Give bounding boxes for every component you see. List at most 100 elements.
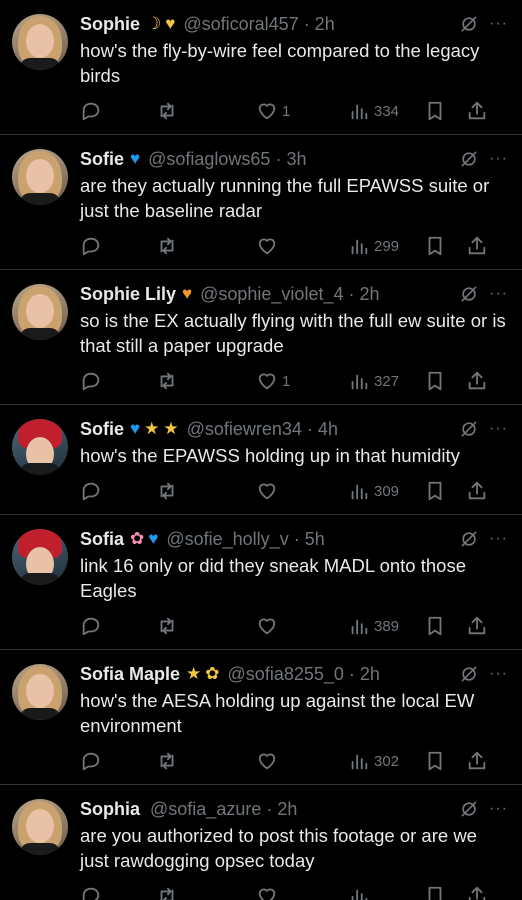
avatar[interactable]: [12, 664, 68, 720]
more-icon[interactable]: ···: [489, 285, 508, 303]
reply-button[interactable]: [80, 750, 156, 772]
badge-emoji: ★: [186, 664, 202, 683]
handle-and-time[interactable]: @sophie_violet_4 · 2h: [200, 284, 379, 305]
retweet-button[interactable]: [156, 885, 256, 900]
tweet-text: how's the EPAWSS holding up in that humi…: [80, 445, 460, 466]
bookmark-button[interactable]: [424, 480, 466, 502]
display-name[interactable]: Sophie: [80, 14, 140, 35]
views-button[interactable]: 334: [348, 100, 424, 122]
more-icon[interactable]: ···: [489, 420, 508, 438]
avatar[interactable]: [12, 419, 68, 475]
tweet-actions: 1 327: [80, 358, 508, 404]
tweet[interactable]: Sofie ♥ @sofiaglows65 · 3h ··· are they …: [0, 135, 522, 270]
display-name[interactable]: Sofia Maple: [80, 664, 180, 685]
views-button[interactable]: 299: [348, 235, 424, 257]
reply-button[interactable]: [80, 885, 156, 900]
share-button[interactable]: [466, 370, 488, 392]
like-count: 1: [282, 102, 291, 120]
views-button[interactable]: 389: [348, 615, 424, 637]
retweet-button[interactable]: [156, 235, 256, 257]
retweet-button[interactable]: [156, 370, 256, 392]
like-button[interactable]: [256, 615, 348, 637]
grok-icon[interactable]: [459, 284, 479, 304]
grok-icon[interactable]: [459, 419, 479, 439]
more-icon[interactable]: ···: [489, 800, 508, 818]
like-button[interactable]: [256, 235, 348, 257]
tweet[interactable]: Sophie ☽ ♥ @soficoral457 · 2h ··· how's t…: [0, 0, 522, 135]
tweet-header: Sofia ✿ ♥ @sofie_holly_v · 5h ···: [80, 527, 508, 551]
share-button[interactable]: [466, 750, 488, 772]
tweet[interactable]: Sophie Lily ♥ @sophie_violet_4 · 2h ··· …: [0, 270, 522, 405]
handle-and-time[interactable]: @sofiaglows65 · 3h: [148, 149, 306, 170]
grok-icon[interactable]: [459, 149, 479, 169]
avatar[interactable]: [12, 284, 68, 340]
handle-and-time[interactable]: @sofiewren34 · 4h: [187, 419, 338, 440]
tweet[interactable]: Sophia @sofia_azure · 2h ··· are you aut…: [0, 785, 522, 900]
bookmark-button[interactable]: [424, 370, 466, 392]
avatar[interactable]: [12, 149, 68, 205]
name-badges: ✿ ♥: [130, 529, 162, 549]
avatar[interactable]: [12, 799, 68, 855]
bookmark-button[interactable]: [424, 100, 466, 122]
share-button[interactable]: [466, 235, 488, 257]
like-button[interactable]: [256, 885, 348, 900]
heart-icon: [258, 753, 276, 770]
retweet-button[interactable]: [156, 100, 256, 122]
reply-button[interactable]: [80, 615, 156, 637]
grok-icon[interactable]: [459, 664, 479, 684]
share-button[interactable]: [466, 100, 488, 122]
retweet-button[interactable]: [156, 750, 256, 772]
handle-and-time[interactable]: @sofie_holly_v · 5h: [166, 529, 324, 550]
retweet-button[interactable]: [156, 615, 256, 637]
like-button[interactable]: [256, 750, 348, 772]
bookmark-button[interactable]: [424, 885, 466, 900]
bookmark-button[interactable]: [424, 235, 466, 257]
avatar[interactable]: [12, 529, 68, 585]
display-name[interactable]: Sofie: [80, 149, 124, 170]
display-name[interactable]: Sofie: [80, 419, 124, 440]
tweet-content: Sofie ♥ @sofiaglows65 · 3h ··· are they …: [80, 147, 508, 269]
views-button[interactable]: 302: [348, 750, 424, 772]
tweet-text: are you authorized to post this footage …: [80, 825, 477, 871]
share-button[interactable]: [466, 480, 488, 502]
badge-emoji: ★: [163, 419, 179, 438]
tweet-actions: 309: [80, 468, 508, 514]
display-name[interactable]: Sophia: [80, 799, 140, 820]
bookmark-button[interactable]: [424, 615, 466, 637]
like-button[interactable]: 1: [256, 370, 348, 392]
handle-and-time[interactable]: @sofia_azure · 2h: [150, 799, 297, 820]
views-button[interactable]: 309: [348, 480, 424, 502]
views-button[interactable]: [348, 885, 424, 900]
grok-icon[interactable]: [459, 799, 479, 819]
grok-icon[interactable]: [459, 529, 479, 549]
like-button[interactable]: [256, 480, 348, 502]
tweet[interactable]: Sofie ♥ ★ ★ @sofiewren34 · 4h ··· how's th…: [0, 405, 522, 515]
reply-button[interactable]: [80, 235, 156, 257]
avatar[interactable]: [12, 14, 68, 70]
tweet[interactable]: Sofia Maple ★ ✿ @sofia8255_0 · 2h ··· how…: [0, 650, 522, 785]
like-button[interactable]: 1: [256, 100, 348, 122]
more-icon[interactable]: ···: [489, 150, 508, 168]
retweet-icon: [160, 887, 174, 900]
handle-and-time[interactable]: @sofia8255_0 · 2h: [228, 664, 380, 685]
views-button[interactable]: 327: [348, 370, 424, 392]
more-icon[interactable]: ···: [489, 665, 508, 683]
share-button[interactable]: [466, 885, 488, 900]
reply-icon: [82, 752, 100, 771]
display-name[interactable]: Sophie Lily: [80, 284, 176, 305]
retweet-button[interactable]: [156, 480, 256, 502]
reply-button[interactable]: [80, 480, 156, 502]
bookmark-button[interactable]: [424, 750, 466, 772]
display-name[interactable]: Sofia: [80, 529, 124, 550]
more-icon[interactable]: ···: [489, 530, 508, 548]
more-icon[interactable]: ···: [489, 15, 508, 33]
reply-button[interactable]: [80, 100, 156, 122]
grok-icon[interactable]: [459, 14, 479, 34]
heart-icon: [258, 888, 276, 900]
name-badges: ♥ ★ ★: [130, 419, 183, 439]
tweet[interactable]: Sofia ✿ ♥ @sofie_holly_v · 5h ··· link 16…: [0, 515, 522, 650]
tweet-content: Sophia @sofia_azure · 2h ··· are you aut…: [80, 797, 508, 900]
share-button[interactable]: [466, 615, 488, 637]
reply-button[interactable]: [80, 370, 156, 392]
handle-and-time[interactable]: @soficoral457 · 2h: [183, 14, 334, 35]
